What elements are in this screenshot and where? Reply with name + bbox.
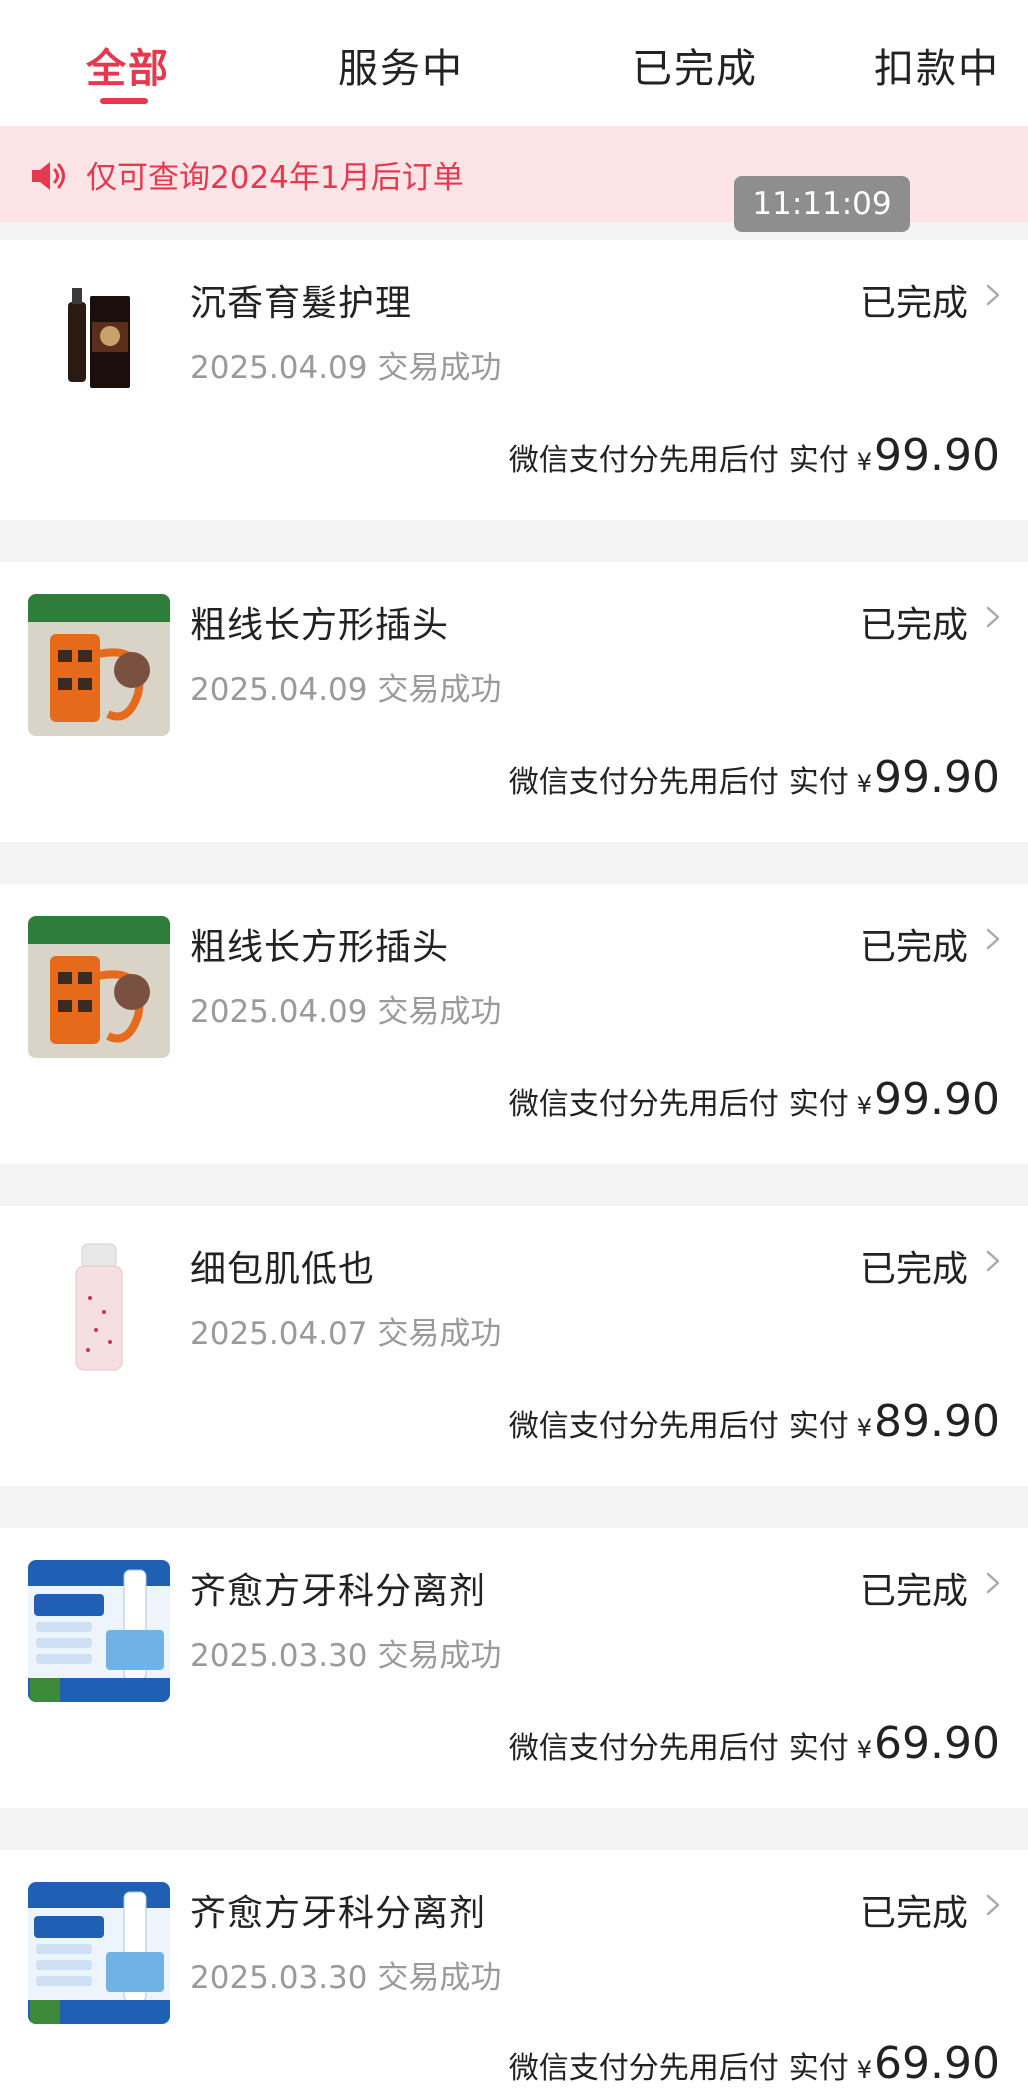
payment-line: 微信支付分先用后付 实付 ¥ 89.90 [509, 1396, 1000, 1448]
payment-line: 微信支付分先用后付 实付 ¥ 69.90 [509, 1718, 1000, 1770]
currency-symbol: ¥ [856, 770, 873, 798]
order-card[interactable]: 齐愈方牙科分离剂 2025.03.30 交易成功 已完成 微信支付分先用后付 实… [0, 1528, 1028, 1808]
paid-amount: 69.90 [874, 1718, 1000, 1769]
order-card[interactable]: 粗线长方形插头 2025.04.09 交易成功 已完成 微信支付分先用后付 实付… [0, 884, 1028, 1164]
payment-method: 微信支付分先用后付 [508, 765, 779, 800]
currency-symbol: ¥ [856, 2056, 873, 2084]
order-title: 齐愈方牙科分离剂 [190, 1893, 487, 1934]
paid-amount: 99.90 [874, 430, 1000, 481]
product-thumbnail-power-strip [28, 594, 170, 736]
order-tabs: 全部 服务中 已完成 扣款中 [0, 0, 1028, 126]
chevron-right-icon[interactable] [982, 1572, 1004, 1594]
order-date-status: 2025.03.30 交易成功 [190, 1638, 502, 1674]
order-title: 细包肌低也 [190, 1249, 376, 1290]
product-thumbnail-bottle [28, 1238, 170, 1380]
payment-line: 微信支付分先用后付 实付 ¥ 99.90 [509, 1074, 1000, 1126]
order-card[interactable]: 粗线长方形插头 2025.04.09 交易成功 已完成 微信支付分先用后付 实付… [0, 562, 1028, 842]
tab-deducting[interactable]: 扣款中 [874, 36, 1000, 94]
paid-label: 实付 [788, 1409, 849, 1444]
order-status[interactable]: 已完成 [860, 274, 968, 326]
order-date-status: 2025.04.07 交易成功 [190, 1316, 502, 1352]
order-card[interactable]: 齐愈方牙科分离剂 2025.03.30 交易成功 已完成 微信支付分先用后付 实… [0, 1850, 1028, 2090]
currency-symbol: ¥ [856, 1414, 873, 1442]
paid-label: 实付 [788, 1087, 849, 1122]
order-title: 沉香育髮护理 [190, 283, 413, 324]
chevron-right-icon[interactable] [982, 606, 1004, 628]
time-overlay: 11:11:09 [734, 176, 910, 232]
currency-symbol: ¥ [856, 1736, 873, 1764]
notice-text: 仅可查询2024年1月后订单 [86, 160, 464, 196]
product-thumbnail-dental-product [28, 1882, 170, 2024]
order-title: 粗线长方形插头 [190, 605, 450, 646]
order-status[interactable]: 已完成 [860, 596, 968, 648]
product-thumbnail-hair-care [28, 272, 170, 414]
currency-symbol: ¥ [856, 1092, 873, 1120]
payment-method: 微信支付分先用后付 [508, 1409, 779, 1444]
payment-method: 微信支付分先用后付 [508, 2051, 779, 2086]
paid-label: 实付 [788, 443, 849, 478]
paid-amount: 89.90 [874, 1396, 1000, 1447]
payment-method: 微信支付分先用后付 [508, 1087, 779, 1122]
product-thumbnail-power-strip [28, 916, 170, 1058]
order-title: 粗线长方形插头 [190, 927, 450, 968]
paid-label: 实付 [788, 2051, 849, 2086]
paid-amount: 99.90 [874, 1074, 1000, 1125]
order-status[interactable]: 已完成 [860, 1884, 968, 1936]
tab-completed[interactable]: 已完成 [632, 36, 758, 94]
order-date-status: 2025.04.09 交易成功 [190, 672, 502, 708]
order-card[interactable]: 沉香育髮护理 2025.04.09 交易成功 已完成 微信支付分先用后付 实付 … [0, 240, 1028, 520]
currency-symbol: ¥ [856, 448, 873, 476]
active-tab-indicator [100, 98, 148, 104]
payment-line: 微信支付分先用后付 实付 ¥ 99.90 [509, 430, 1000, 482]
paid-amount: 69.90 [874, 2038, 1000, 2089]
product-thumbnail-dental-product [28, 1560, 170, 1702]
paid-label: 实付 [788, 765, 849, 800]
order-status[interactable]: 已完成 [860, 918, 968, 970]
payment-line: 微信支付分先用后付 实付 ¥ 99.90 [509, 752, 1000, 804]
order-status[interactable]: 已完成 [860, 1562, 968, 1614]
order-status[interactable]: 已完成 [860, 1240, 968, 1292]
paid-amount: 99.90 [874, 752, 1000, 803]
chevron-right-icon[interactable] [982, 284, 1004, 306]
order-date-status: 2025.04.09 交易成功 [190, 994, 502, 1030]
payment-line: 微信支付分先用后付 实付 ¥ 69.90 [509, 2038, 1000, 2090]
order-card[interactable]: 细包肌低也 2025.04.07 交易成功 已完成 微信支付分先用后付 实付 ¥… [0, 1206, 1028, 1486]
order-title: 齐愈方牙科分离剂 [190, 1571, 487, 1612]
paid-label: 实付 [788, 1731, 849, 1766]
order-date-status: 2025.04.09 交易成功 [190, 350, 502, 386]
speaker-icon [32, 162, 65, 190]
order-date-status: 2025.03.30 交易成功 [190, 1960, 502, 1996]
payment-method: 微信支付分先用后付 [508, 443, 779, 478]
chevron-right-icon[interactable] [982, 1894, 1004, 1916]
payment-method: 微信支付分先用后付 [508, 1731, 779, 1766]
chevron-right-icon[interactable] [982, 928, 1004, 950]
tab-in-service[interactable]: 服务中 [338, 36, 464, 94]
tab-all[interactable]: 全部 [86, 36, 170, 94]
chevron-right-icon[interactable] [982, 1250, 1004, 1272]
